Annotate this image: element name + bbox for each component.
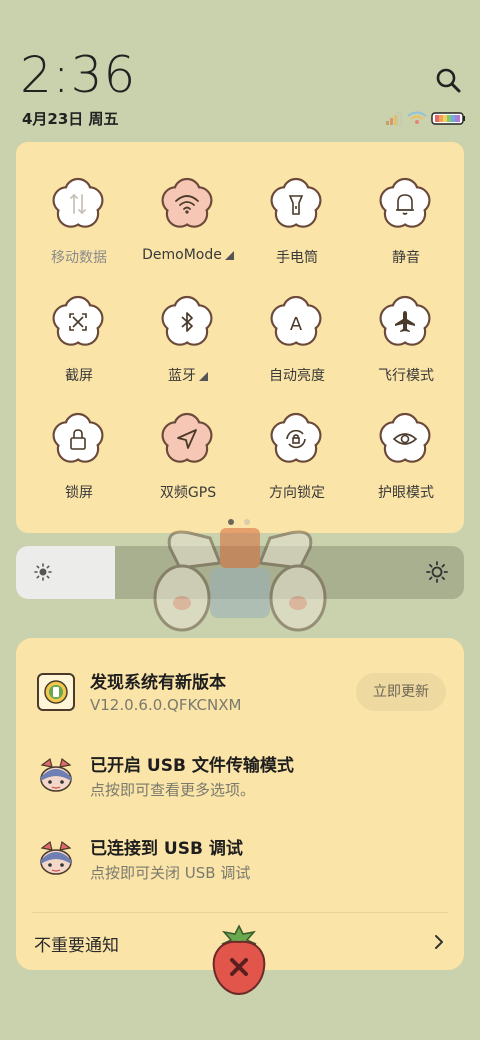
brightness-slider[interactable] [16,546,464,599]
tile-label-text: 截屏 [65,368,93,384]
location-arrow-icon [161,412,213,463]
tile-location-arrow[interactable]: 双频GPS [129,385,239,501]
tile-eye[interactable]: 护眼模式 [347,385,457,501]
rotation-lock-icon [270,412,322,463]
notification-title: 已连接到 USB 调试 [90,839,243,859]
tile-screenshot[interactable]: 截屏 [20,268,130,384]
expand-triangle-icon [199,372,208,381]
date: 4月23日 周五 [22,110,119,128]
notification-subtitle: V12.0.6.0.QFKCNXM [90,696,242,714]
signal-icon [386,111,402,126]
tile-bluetooth[interactable]: 蓝牙 [129,268,239,384]
screenshot-icon [52,295,104,346]
bell-icon [379,177,431,228]
tile-label: 自动亮度 [238,365,356,385]
search-icon[interactable] [434,66,462,94]
tile-label-text: 自动亮度 [269,368,325,384]
tile-flashlight[interactable]: 手电筒 [238,150,348,266]
page-indicator [228,519,252,527]
brightness-high-icon [426,561,448,583]
brightness-fill [16,546,115,599]
tile-lock[interactable]: 锁屏 [20,385,130,501]
battery-icon [431,112,465,125]
expand-triangle-icon [224,251,234,260]
tile-label-text: 移动数据 [51,250,107,266]
notification-subtitle: 点按即可查看更多选项。 [90,781,256,799]
page-dot-1[interactable] [228,519,234,525]
notification-subtitle: 点按即可关闭 USB 调试 [90,864,251,882]
tile-rotation-lock[interactable]: 方向锁定 [238,385,348,501]
system-update-icon [37,673,75,711]
airplane-icon [379,295,431,346]
unimportant-notifications-link[interactable]: 不重要通知 [34,931,119,956]
tile-label: 锁屏 [20,482,138,502]
tile-label-text: 蓝牙 [168,368,196,384]
tile-label: 护眼模式 [347,482,465,502]
tile-label: 静音 [347,247,465,267]
lock-icon [52,412,104,463]
tile-label-text: DemoMode [142,247,222,263]
tile-auto-brightness[interactable]: A 自动亮度 [238,268,348,384]
flashlight-icon [270,177,322,228]
bluetooth-icon [161,295,213,346]
brightness-low-icon [34,563,52,581]
status-icons [386,111,465,126]
tile-label: 截屏 [20,365,138,385]
usb-character-icon [40,840,72,875]
clock: 2:36 [20,46,137,104]
tile-label-text: 方向锁定 [269,485,325,501]
tile-label-text: 双频GPS [159,485,217,501]
tile-label: DemoMode [129,247,247,263]
chevron-right-icon[interactable] [432,934,446,950]
update-now-button[interactable]: 立即更新 [356,673,446,711]
tile-label: 方向锁定 [238,482,356,502]
wifi-status-icon [407,111,427,124]
eye-icon [379,412,431,463]
tile-label: 手电筒 [238,247,356,267]
tile-label-text: 飞行模式 [378,368,434,384]
tile-mobile-data[interactable]: 移动数据 [20,150,130,266]
tile-label: 飞行模式 [347,365,465,385]
svg-text:A: A [290,314,303,335]
tile-bell[interactable]: 静音 [347,150,457,266]
divider [32,912,448,913]
tile-label-text: 手电筒 [276,250,318,266]
tile-wifi[interactable]: DemoMode [129,150,239,263]
tile-label: 移动数据 [20,247,138,267]
tile-label-text: 锁屏 [65,485,93,501]
tile-label: 蓝牙 [129,365,247,385]
notification-title: 发现系统有新版本 [90,673,226,693]
usb-character-icon [40,757,72,792]
tile-label-text: 静音 [392,250,420,266]
wifi-icon [161,177,213,228]
clear-all-button[interactable] [210,922,268,996]
mobile-data-icon [52,177,104,228]
page-dot-2[interactable] [244,519,250,525]
notification-title: 已开启 USB 文件传输模式 [90,756,294,776]
tile-label-text: 护眼模式 [378,485,434,501]
auto-brightness-icon: A [270,295,322,346]
tile-airplane[interactable]: 飞行模式 [347,268,457,384]
tile-label: 双频GPS [129,482,247,502]
